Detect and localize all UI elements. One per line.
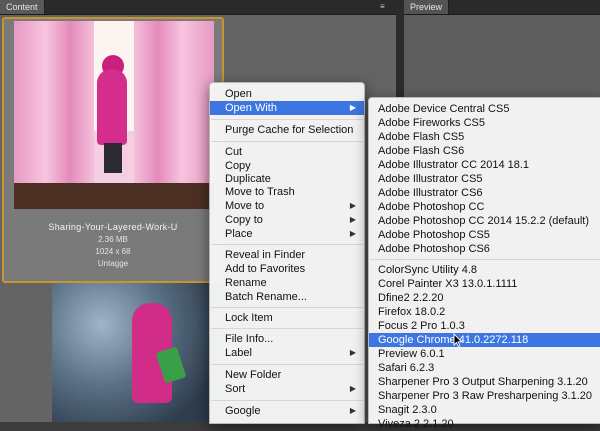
menu-item-copy-to[interactable]: Copy to ▶ (210, 213, 364, 227)
triangle-right-icon: ▶ (349, 348, 356, 357)
menu-item-new-folder[interactable]: New Folder (210, 368, 364, 382)
triangle-right-icon: ▶ (349, 201, 356, 210)
triangle-right-icon: ▶ (349, 215, 356, 224)
girl-coat (97, 69, 127, 145)
menu-separator (211, 141, 363, 142)
submenu-item[interactable]: Adobe Photoshop CC (369, 200, 600, 214)
submenu-item[interactable]: Sharpener Pro 3 Raw Presharpening 3.1.20 (369, 389, 600, 403)
submenu-item[interactable]: Preview 6.0.1 (369, 347, 600, 361)
menu-item-move-to[interactable]: Move to ▶ (210, 199, 364, 213)
panel-menu-icon[interactable]: ≡ (380, 3, 390, 11)
menu-item-open[interactable]: Open (210, 87, 364, 101)
menu-item-purge-cache[interactable]: Purge Cache for Selection (210, 123, 364, 137)
submenu-item[interactable]: Safari 6.2.3 (369, 361, 600, 375)
submenu-item[interactable]: ColorSync Utility 4.8 (369, 263, 600, 277)
submenu-item[interactable]: Firefox 18.0.2 (369, 305, 600, 319)
menu-item-duplicate[interactable]: Duplicate (210, 172, 364, 186)
submenu-item[interactable]: Adobe Illustrator CS5 (369, 172, 600, 186)
submenu-item[interactable]: Adobe Flash CS5 (369, 130, 600, 144)
menu-item-rename[interactable]: Rename (210, 276, 364, 290)
submenu-item[interactable]: Adobe Illustrator CC 2014 18.1 (369, 158, 600, 172)
submenu-item[interactable]: Adobe Fireworks CS5 (369, 116, 600, 130)
submenu-item[interactable]: Snagit 2.3.0 (369, 403, 600, 417)
menu-item-label[interactable]: Label ▶ (210, 346, 364, 360)
thumbnail-dimensions: 1024 x 68 (95, 247, 131, 256)
mouse-pointer-icon (453, 333, 463, 347)
menu-item-label: Open With (225, 102, 277, 114)
submenu-item[interactable]: Adobe Flash CS6 (369, 144, 600, 158)
menu-item-label: Place (225, 228, 253, 240)
menu-item-batch-rename[interactable]: Batch Rename... (210, 290, 364, 304)
girl-legs (104, 143, 122, 173)
triangle-right-icon: ▶ (349, 103, 356, 112)
thumbnail-filename: Sharing-Your-Layered-Work-U (48, 222, 178, 232)
curtain-left (14, 21, 94, 209)
triangle-right-icon: ▶ (349, 384, 356, 393)
submenu-item-google-chrome[interactable]: Google Chrome 41.0.2272.118 (369, 333, 600, 347)
menu-item-label: Move to (225, 200, 265, 212)
thumbnail-image-2[interactable] (52, 283, 218, 422)
submenu-item[interactable]: Viveza 2 2.1.20 (369, 417, 600, 431)
submenu-item[interactable]: Sharpener Pro 3 Output Sharpening 3.1.20 (369, 375, 600, 389)
menu-item-move-to-trash[interactable]: Move to Trash (210, 185, 364, 199)
thumbnail-image[interactable] (14, 21, 214, 209)
submenu-item-default[interactable]: Adobe Photoshop CC 2014 15.2.2 (default) (369, 214, 600, 228)
thumbnail-size: 2.36 MB (98, 235, 128, 244)
triangle-right-icon: ▶ (349, 406, 356, 415)
tab-preview[interactable]: Preview (404, 0, 450, 14)
menu-separator (211, 400, 363, 401)
menu-item-open-with[interactable]: Open With ▶ (210, 101, 364, 115)
submenu-item[interactable]: Adobe Photoshop CS5 (369, 228, 600, 242)
menu-item-cut[interactable]: Cut (210, 145, 364, 159)
menu-item-lock-item[interactable]: Lock Item (210, 311, 364, 325)
menu-separator (211, 244, 363, 245)
menu-item-label: Copy to (225, 214, 263, 226)
context-menu: Open Open With ▶ Purge Cache for Selectio… (209, 82, 365, 424)
menu-item-label-text: Label (225, 347, 252, 359)
triangle-right-icon: ▶ (349, 229, 356, 238)
menu-separator (211, 119, 363, 120)
menu-separator (211, 364, 363, 365)
menu-item-reveal-in-finder[interactable]: Reveal in Finder (210, 248, 364, 262)
menu-item-file-info[interactable]: File Info... (210, 332, 364, 346)
submenu-separator (370, 259, 600, 260)
menu-item-sort[interactable]: Sort ▶ (210, 382, 364, 396)
submenu-item[interactable]: Adobe Illustrator CS6 (369, 186, 600, 200)
menu-separator (211, 328, 363, 329)
thumbnail-label: Untagge (97, 259, 129, 268)
menu-item-label: Sort (225, 383, 246, 395)
preview-tabbar: Preview (404, 0, 600, 15)
submenu-item[interactable]: Corel Painter X3 13.0.1.1111 (369, 277, 600, 291)
tab-content[interactable]: Content (0, 0, 45, 14)
menu-item-add-to-favorites[interactable]: Add to Favorites (210, 262, 364, 276)
menu-item-google[interactable]: Google ▶ (210, 404, 364, 418)
open-with-submenu: Adobe Device Central CS5 Adobe Fireworks… (368, 97, 600, 430)
menu-item-place[interactable]: Place ▶ (210, 227, 364, 241)
floor (14, 183, 214, 209)
menu-separator (211, 307, 363, 308)
menu-item-copy[interactable]: Copy (210, 159, 364, 173)
submenu-item[interactable]: Dfine2 2.2.20 (369, 291, 600, 305)
curtain-right (134, 21, 214, 209)
thumbnail-card-selected[interactable]: Sharing-Your-Layered-Work-U 2.36 MB 1024… (2, 17, 224, 283)
submenu-item[interactable]: Adobe Photoshop CS6 (369, 242, 600, 256)
menu-item-label: Google (225, 405, 261, 417)
submenu-item[interactable]: Focus 2 Pro 1.0.3 (369, 319, 600, 333)
submenu-item[interactable]: Adobe Device Central CS5 (369, 102, 600, 116)
content-tabbar: Content ≡ (0, 0, 396, 15)
